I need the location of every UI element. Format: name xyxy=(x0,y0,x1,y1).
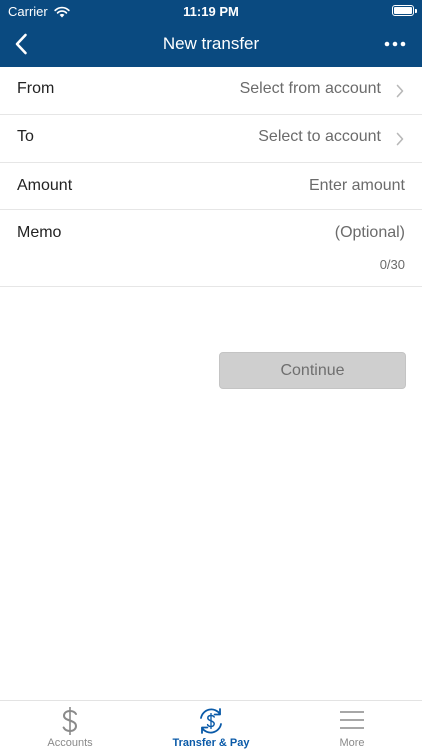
tab-more[interactable]: More xyxy=(282,701,422,750)
memo-row: Memo (Optional) 0/30 xyxy=(0,210,422,287)
menu-icon xyxy=(340,711,364,729)
memo-label: Memo xyxy=(17,224,62,241)
chevron-left-icon xyxy=(15,33,27,55)
from-account-value: Select from account xyxy=(239,80,381,97)
memo-field[interactable]: (Optional) xyxy=(335,224,405,242)
status-time: 11:19 PM xyxy=(183,4,239,19)
more-options-button[interactable] xyxy=(382,32,408,56)
tab-bar: Accounts Transfer & Pay More xyxy=(0,700,422,750)
ellipsis-icon xyxy=(384,41,406,47)
page-title: New transfer xyxy=(162,34,260,53)
tab-transfer-pay[interactable]: Transfer & Pay xyxy=(141,701,281,750)
to-account-value: Select to account xyxy=(258,128,381,145)
nav-bar: New transfer xyxy=(0,22,422,67)
from-label: From xyxy=(17,80,55,97)
amount-field[interactable]: Enter amount xyxy=(309,177,405,195)
tab-transfer-pay-label: Transfer & Pay xyxy=(172,737,250,749)
app-header: Carrier 11:19 PM New transfer xyxy=(0,0,422,67)
tab-more-label: More xyxy=(339,737,365,749)
back-button[interactable] xyxy=(8,30,34,58)
continue-button[interactable]: Continue xyxy=(219,352,406,389)
to-label: To xyxy=(17,128,34,145)
from-account-row[interactable]: From Select from account xyxy=(0,67,422,115)
amount-row: Amount Enter amount xyxy=(0,163,422,210)
battery-icon xyxy=(392,5,417,16)
chevron-right-icon xyxy=(396,132,404,146)
amount-label: Amount xyxy=(17,177,73,194)
tab-accounts-label: Accounts xyxy=(47,737,93,749)
transfer-pay-icon xyxy=(200,708,222,734)
chevron-right-icon xyxy=(396,84,404,98)
status-bar: Carrier 11:19 PM xyxy=(0,0,422,22)
tab-accounts[interactable]: Accounts xyxy=(0,701,140,750)
memo-character-counter: 0/30 xyxy=(379,257,405,272)
dollar-icon xyxy=(62,707,78,735)
to-account-row[interactable]: To Select to account xyxy=(0,115,422,163)
